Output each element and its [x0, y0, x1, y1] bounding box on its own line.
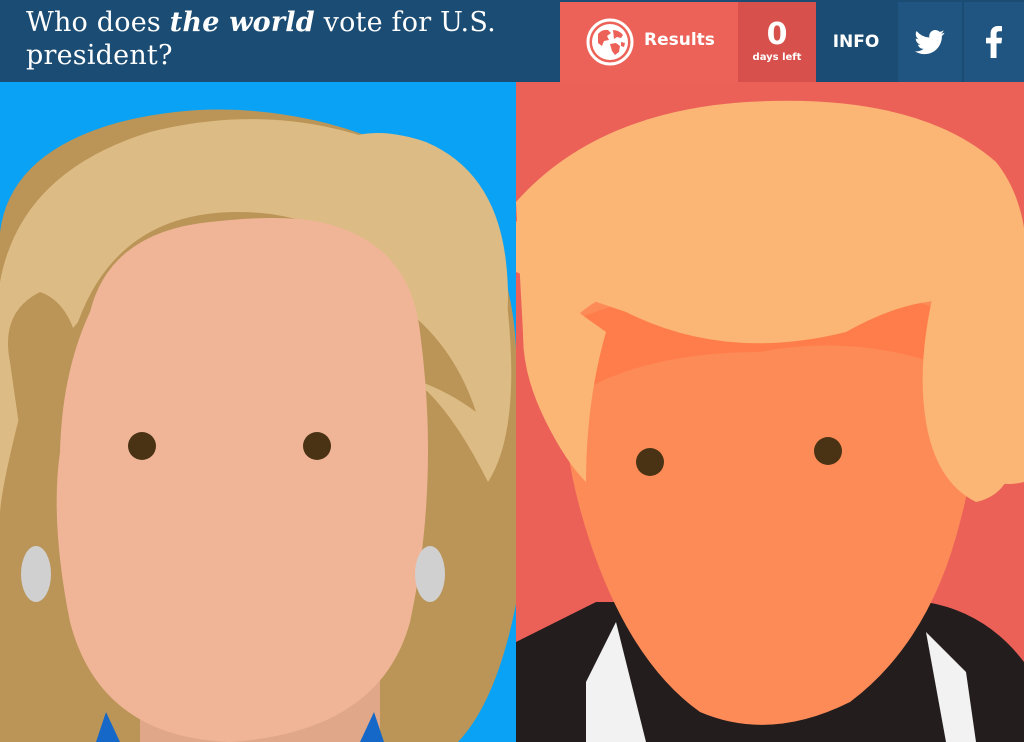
title-text-start: Who does [26, 7, 170, 38]
page-title: Who does the world vote for U.S. preside… [26, 6, 546, 72]
days-label: days left [752, 52, 802, 63]
globe-icon [586, 18, 634, 66]
candidate-left-portrait [0, 109, 516, 742]
candidate-right-panel[interactable] [516, 82, 1024, 742]
candidate-right-portrait [516, 100, 1024, 742]
results-label: Results [644, 30, 715, 50]
title-emphasis: the world [169, 7, 315, 38]
days-left-counter: 0 days left [738, 2, 816, 82]
page: Who does the world vote for U.S. preside… [0, 0, 1024, 742]
header-bar: Who does the world vote for U.S. preside… [0, 0, 1024, 82]
facebook-icon [986, 26, 1002, 58]
facebook-share-button[interactable] [964, 2, 1024, 82]
candidate-left-panel[interactable] [0, 82, 516, 742]
days-count: 0 [766, 17, 788, 52]
twitter-share-button[interactable] [898, 2, 962, 82]
twitter-icon [915, 30, 945, 55]
results-button[interactable]: Results [560, 2, 738, 82]
info-button[interactable]: INFO [816, 2, 896, 82]
